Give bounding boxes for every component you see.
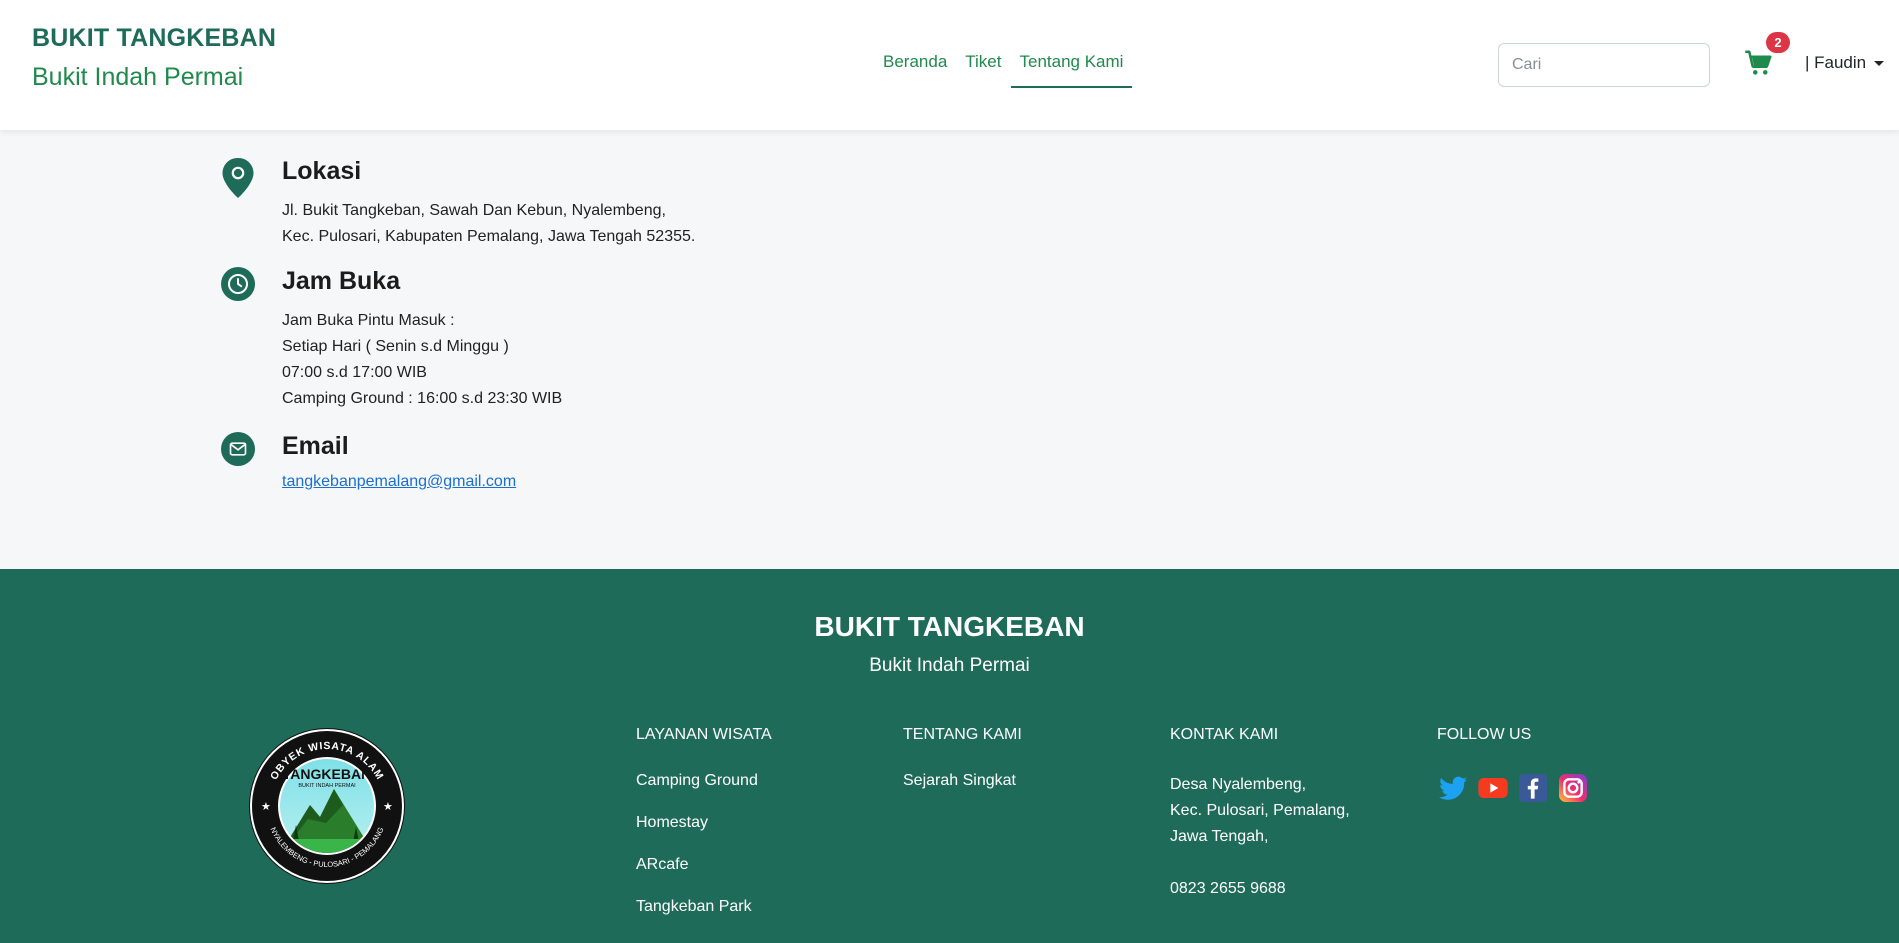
email-link[interactable]: tangkebanpemalang@gmail.com — [282, 473, 516, 490]
nav-beranda[interactable]: Beranda — [874, 48, 956, 88]
location-body: Lokasi Jl. Bukit Tangkeban, Sawah Dan Ke… — [282, 157, 695, 250]
footer-layanan-column: LAYANAN WISATA Camping Ground Homestay A… — [636, 726, 772, 940]
footer-follow-heading: FOLLOW US — [1437, 726, 1532, 743]
footer-tentang-column: TENTANG KAMI Sejarah Singkat — [903, 726, 1022, 814]
tangkeban-logo: TANGKEBAN BUKIT INDAH PERMAI OBYEK WISAT… — [248, 727, 406, 885]
footer-phone: 0823 2655 9688 — [1170, 880, 1286, 897]
navbar: BUKIT TANGKEBAN Bukit Indah Permai Beran… — [0, 0, 1899, 130]
footer-subtitle: Bukit Indah Permai — [869, 655, 1030, 676]
cart-icon[interactable] — [1744, 48, 1774, 78]
footer-kontak-heading: KONTAK KAMI — [1170, 726, 1279, 743]
nav-tentang-kami[interactable]: Tentang Kami — [1010, 48, 1133, 88]
clock-icon — [221, 267, 255, 301]
footer-link-tangkeban-park[interactable]: Tangkeban Park — [636, 898, 772, 916]
footer-follow-column: FOLLOW US — [1437, 726, 1589, 804]
brand[interactable]: BUKIT TANGKEBAN Bukit Indah Permai — [32, 24, 276, 92]
logo-name: TANGKEBAN — [283, 766, 371, 782]
location-line: Jl. Bukit Tangkeban, Sawah Dan Kebun, Ny… — [282, 202, 666, 219]
map-pin-icon — [221, 157, 255, 199]
instagram-icon[interactable] — [1557, 772, 1589, 804]
footer-address-line: Jawa Tengah, — [1170, 828, 1269, 845]
twitter-icon[interactable] — [1437, 772, 1469, 804]
footer-link-camping-ground[interactable]: Camping Ground — [636, 772, 772, 790]
envelope-icon — [221, 432, 255, 466]
nav-tiket[interactable]: Tiket — [956, 48, 1010, 88]
footer-address-line: Desa Nyalembeng, — [1170, 776, 1307, 793]
hours-line: Jam Buka Pintu Masuk : — [282, 312, 455, 329]
footer-kontak-column: KONTAK KAMI Desa Nyalembeng, Kec. Pulosa… — [1170, 726, 1350, 902]
location-title: Lokasi — [282, 157, 362, 185]
email-body: Email tangkebanpemalang@gmail.com — [282, 432, 516, 491]
svg-text:★: ★ — [261, 800, 271, 813]
footer: BUKIT TANGKEBAN Bukit Indah Permai TANGK… — [0, 569, 1899, 943]
hours-title: Jam Buka — [282, 267, 401, 295]
location-line: Kec. Pulosari, Kabupaten Pemalang, Jawa … — [282, 228, 696, 245]
footer-link-homestay[interactable]: Homestay — [636, 814, 772, 832]
search-input[interactable] — [1498, 43, 1710, 87]
logo-name-sub: BUKIT INDAH PERMAI — [298, 783, 356, 789]
social-icons — [1437, 772, 1589, 804]
footer-link-sejarah-singkat[interactable]: Sejarah Singkat — [903, 772, 1022, 790]
main-nav: Beranda Tiket Tentang Kami — [874, 48, 1133, 88]
user-name: | Faudin — [1805, 53, 1867, 72]
youtube-icon[interactable] — [1477, 772, 1509, 804]
footer-layanan-heading: LAYANAN WISATA — [636, 726, 772, 743]
svg-text:★: ★ — [383, 800, 393, 813]
footer-tentang-heading: TENTANG KAMI — [903, 726, 1022, 743]
footer-title: BUKIT TANGKEBAN — [814, 611, 1085, 642]
brand-subtitle[interactable]: Bukit Indah Permai — [32, 63, 276, 92]
hours-line: 07:00 s.d 17:00 WIB — [282, 364, 427, 381]
brand-title[interactable]: BUKIT TANGKEBAN — [32, 24, 276, 53]
chevron-down-icon — [1874, 61, 1885, 67]
email-title: Email — [282, 432, 349, 460]
hours-body: Jam Buka Jam Buka Pintu Masuk : Setiap H… — [282, 267, 562, 412]
cart-count-badge: 2 — [1766, 32, 1790, 53]
user-menu[interactable]: | Faudin — [1805, 53, 1885, 73]
hours-line: Setiap Hari ( Senin s.d Minggu ) — [282, 338, 509, 355]
facebook-icon[interactable] — [1517, 772, 1549, 804]
footer-link-arcafe[interactable]: ARcafe — [636, 856, 772, 874]
hours-line: Camping Ground : 16:00 s.d 23:30 WIB — [282, 390, 563, 407]
footer-address-line: Kec. Pulosari, Pemalang, — [1170, 802, 1350, 819]
